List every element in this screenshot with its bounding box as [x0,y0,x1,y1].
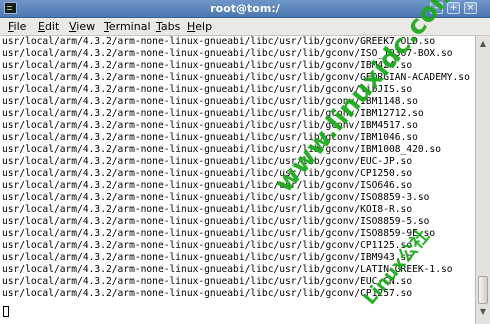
menu-help[interactable]: Help [187,18,212,35]
terminal-line: usr/local/arm/4.3.2/arm-none-linux-gnuea… [2,240,413,251]
terminal-line: usr/local/arm/4.3.2/arm-none-linux-gnuea… [2,132,418,143]
terminal-line: usr/local/arm/4.3.2/arm-none-linux-gnuea… [2,144,441,155]
terminal-line: usr/local/arm/4.3.2/arm-none-linux-gnuea… [2,228,436,239]
terminal-line: usr/local/arm/4.3.2/arm-none-linux-gnuea… [2,168,413,179]
menu-terminal[interactable]: Terminal [104,18,151,35]
terminal-line: usr/local/arm/4.3.2/arm-none-linux-gnuea… [2,192,430,203]
menu-view[interactable]: View [69,18,95,35]
terminal-line: usr/local/arm/4.3.2/arm-none-linux-gnuea… [2,216,430,227]
scrollbar-thumb[interactable] [478,276,488,304]
menu-edit[interactable]: Edit [38,18,59,35]
terminal-line: usr/local/arm/4.3.2/arm-none-linux-gnuea… [2,288,413,299]
scroll-down-icon[interactable]: ▼ [478,307,488,317]
terminal-line: usr/local/arm/4.3.2/arm-none-linux-gnuea… [2,180,413,191]
terminal-line: usr/local/arm/4.3.2/arm-none-linux-gnuea… [2,276,413,287]
terminal-line: usr/local/arm/4.3.2/arm-none-linux-gnuea… [2,156,413,167]
close-icon[interactable]: × [464,2,477,14]
terminal-cursor [3,306,9,317]
terminal-line: usr/local/arm/4.3.2/arm-none-linux-gnuea… [2,36,436,47]
scroll-up-icon[interactable]: ▲ [478,39,488,49]
terminal-output[interactable]: usr/local/arm/4.3.2/arm-none-linux-gnuea… [0,36,475,324]
terminal-line: usr/local/arm/4.3.2/arm-none-linux-gnuea… [2,60,413,71]
terminal-window: root@tom:/ – + × File Edit View Terminal… [0,0,490,324]
terminal-line: usr/local/arm/4.3.2/arm-none-linux-gnuea… [2,252,413,263]
menu-tabs[interactable]: Tabs [156,18,180,35]
menu-file[interactable]: File [8,18,26,35]
vertical-scrollbar[interactable]: ▲ ▼ [475,36,490,324]
terminal-line: usr/local/arm/4.3.2/arm-none-linux-gnuea… [2,72,470,83]
terminal-line: usr/local/arm/4.3.2/arm-none-linux-gnuea… [2,204,413,215]
